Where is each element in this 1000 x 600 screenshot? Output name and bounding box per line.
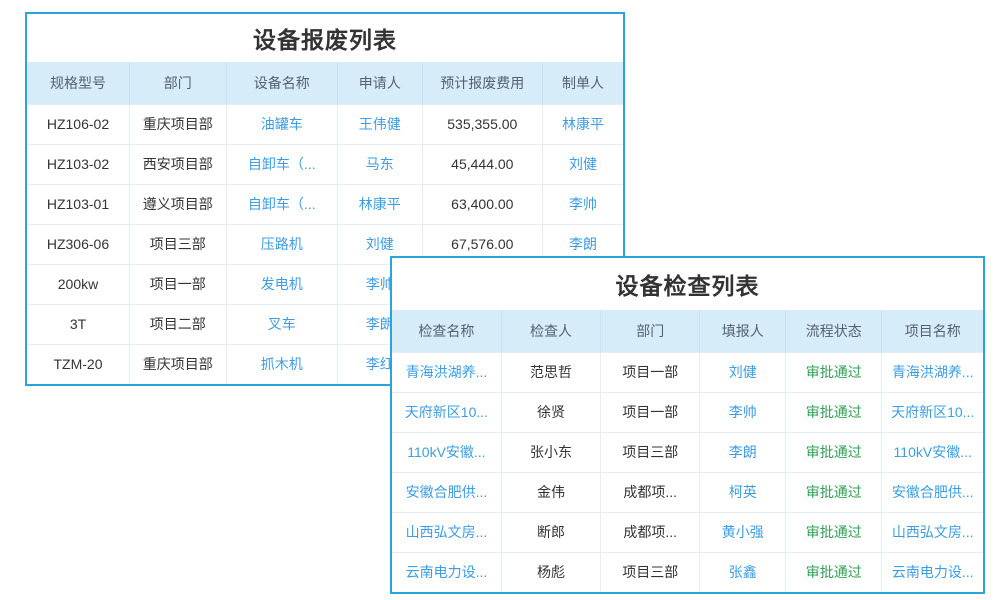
cell-inspector: 杨彪: [501, 552, 600, 592]
cell-creator-link[interactable]: 刘健: [543, 144, 624, 184]
cell-inspection-name-link[interactable]: 110kV安徽...: [392, 432, 501, 472]
inspection-table: 检查名称 检查人 部门 填报人 流程状态 项目名称 青海洪湖养... 范思哲 项…: [392, 310, 983, 592]
column-header-equipment-name: 设备名称: [226, 62, 337, 104]
status-badge: 审批通过: [786, 432, 882, 472]
column-header-inspection-name: 检查名称: [392, 310, 501, 352]
cell-department: 项目一部: [130, 264, 227, 304]
cell-inspection-name-link[interactable]: 青海洪湖养...: [392, 352, 501, 392]
cell-department: 成都项...: [601, 512, 700, 552]
column-header-filler: 填报人: [700, 310, 786, 352]
cell-project-name-link[interactable]: 安徽合肥供...: [882, 472, 983, 512]
cell-applicant-link[interactable]: 王伟健: [337, 104, 422, 144]
cell-equipment-name-link[interactable]: 发电机: [226, 264, 337, 304]
cell-department: 成都项...: [601, 472, 700, 512]
cell-department: 项目三部: [601, 432, 700, 472]
cell-estimated-cost: 535,355.00: [422, 104, 542, 144]
cell-equipment-name-link[interactable]: 抓木机: [226, 344, 337, 384]
scrap-table-title: 设备报废列表: [27, 14, 623, 62]
cell-creator-link[interactable]: 林康平: [543, 104, 624, 144]
cell-project-name-link[interactable]: 云南电力设...: [882, 552, 983, 592]
cell-department: 遵义项目部: [130, 184, 227, 224]
status-badge: 审批通过: [786, 552, 882, 592]
cell-department: 项目一部: [601, 352, 700, 392]
cell-department: 西安项目部: [130, 144, 227, 184]
table-row: HZ106-02 重庆项目部 油罐车 王伟健 535,355.00 林康平: [27, 104, 623, 144]
table-row: 云南电力设... 杨彪 项目三部 张鑫 审批通过 云南电力设...: [392, 552, 983, 592]
cell-department: 项目三部: [601, 552, 700, 592]
column-header-department: 部门: [601, 310, 700, 352]
cell-inspection-name-link[interactable]: 山西弘文房...: [392, 512, 501, 552]
cell-spec-model: 200kw: [27, 264, 130, 304]
cell-project-name-link[interactable]: 天府新区10...: [882, 392, 983, 432]
table-row: 安徽合肥供... 金伟 成都项... 柯英 审批通过 安徽合肥供...: [392, 472, 983, 512]
cell-inspection-name-link[interactable]: 天府新区10...: [392, 392, 501, 432]
cell-equipment-name-link[interactable]: 油罐车: [226, 104, 337, 144]
cell-filler-link[interactable]: 刘健: [700, 352, 786, 392]
cell-inspector: 金伟: [501, 472, 600, 512]
cell-estimated-cost: 63,400.00: [422, 184, 542, 224]
cell-inspection-name-link[interactable]: 云南电力设...: [392, 552, 501, 592]
cell-filler-link[interactable]: 黄小强: [700, 512, 786, 552]
cell-filler-link[interactable]: 李朗: [700, 432, 786, 472]
status-badge: 审批通过: [786, 392, 882, 432]
cell-creator-link[interactable]: 李帅: [543, 184, 624, 224]
table-row: HZ103-02 西安项目部 自卸车（... 马东 45,444.00 刘健: [27, 144, 623, 184]
cell-inspector: 张小东: [501, 432, 600, 472]
cell-department: 重庆项目部: [130, 104, 227, 144]
cell-spec-model: HZ103-01: [27, 184, 130, 224]
cell-equipment-name-link[interactable]: 自卸车（...: [226, 144, 337, 184]
cell-spec-model: HZ106-02: [27, 104, 130, 144]
column-header-department: 部门: [130, 62, 227, 104]
cell-project-name-link[interactable]: 青海洪湖养...: [882, 352, 983, 392]
column-header-flow-status: 流程状态: [786, 310, 882, 352]
inspection-header-row: 检查名称 检查人 部门 填报人 流程状态 项目名称: [392, 310, 983, 352]
cell-inspector: 范思哲: [501, 352, 600, 392]
cell-spec-model: 3T: [27, 304, 130, 344]
cell-inspection-name-link[interactable]: 安徽合肥供...: [392, 472, 501, 512]
cell-department: 项目一部: [601, 392, 700, 432]
scrap-header-row: 规格型号 部门 设备名称 申请人 预计报废费用 制单人: [27, 62, 623, 104]
cell-filler-link[interactable]: 张鑫: [700, 552, 786, 592]
cell-project-name-link[interactable]: 110kV安徽...: [882, 432, 983, 472]
table-row: HZ103-01 遵义项目部 自卸车（... 林康平 63,400.00 李帅: [27, 184, 623, 224]
cell-department: 项目三部: [130, 224, 227, 264]
column-header-spec-model: 规格型号: [27, 62, 130, 104]
table-row: 天府新区10... 徐贤 项目一部 李帅 审批通过 天府新区10...: [392, 392, 983, 432]
cell-department: 项目二部: [130, 304, 227, 344]
cell-spec-model: TZM-20: [27, 344, 130, 384]
cell-project-name-link[interactable]: 山西弘文房...: [882, 512, 983, 552]
table-row: 山西弘文房... 断郎 成都项... 黄小强 审批通过 山西弘文房...: [392, 512, 983, 552]
cell-equipment-name-link[interactable]: 自卸车（...: [226, 184, 337, 224]
cell-spec-model: HZ306-06: [27, 224, 130, 264]
status-badge: 审批通过: [786, 512, 882, 552]
column-header-creator: 制单人: [543, 62, 624, 104]
column-header-estimated-cost: 预计报废费用: [422, 62, 542, 104]
cell-department: 重庆项目部: [130, 344, 227, 384]
cell-applicant-link[interactable]: 林康平: [337, 184, 422, 224]
column-header-inspector: 检查人: [501, 310, 600, 352]
inspection-table-card: 设备检查列表 检查名称 检查人 部门 填报人 流程状态 项目名称 青海洪湖养..…: [390, 256, 985, 594]
column-header-applicant: 申请人: [337, 62, 422, 104]
cell-inspector: 徐贤: [501, 392, 600, 432]
cell-equipment-name-link[interactable]: 压路机: [226, 224, 337, 264]
cell-filler-link[interactable]: 李帅: [700, 392, 786, 432]
cell-applicant-link[interactable]: 马东: [337, 144, 422, 184]
column-header-project-name: 项目名称: [882, 310, 983, 352]
cell-inspector: 断郎: [501, 512, 600, 552]
cell-spec-model: HZ103-02: [27, 144, 130, 184]
cell-estimated-cost: 45,444.00: [422, 144, 542, 184]
status-badge: 审批通过: [786, 352, 882, 392]
status-badge: 审批通过: [786, 472, 882, 512]
table-row: 青海洪湖养... 范思哲 项目一部 刘健 审批通过 青海洪湖养...: [392, 352, 983, 392]
inspection-table-title: 设备检查列表: [392, 258, 983, 310]
table-row: 110kV安徽... 张小东 项目三部 李朗 审批通过 110kV安徽...: [392, 432, 983, 472]
cell-equipment-name-link[interactable]: 叉车: [226, 304, 337, 344]
cell-filler-link[interactable]: 柯英: [700, 472, 786, 512]
